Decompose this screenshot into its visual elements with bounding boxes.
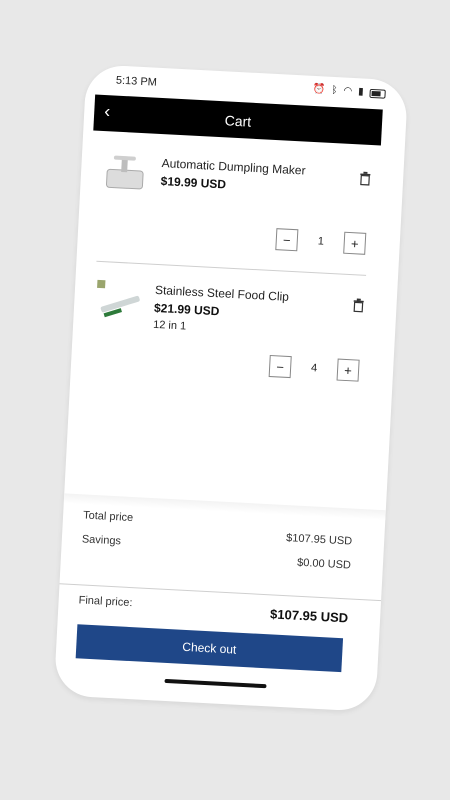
checkout-button[interactable]: Check out xyxy=(75,624,344,673)
wifi-icon: ◠ xyxy=(343,85,353,97)
status-time: 5:13 PM xyxy=(115,74,158,89)
final-label: Final price: xyxy=(78,594,133,610)
status-icons: ⏰ ᛒ ◠ ▮ xyxy=(312,83,386,99)
product-price: $19.99 USD xyxy=(160,174,227,192)
cart-item: Stainless Steel Food Clip $21.99 USD 12 … xyxy=(80,269,373,394)
product-price: $21.99 USD xyxy=(153,300,220,319)
quantity-stepper: − 1 + xyxy=(275,228,367,255)
quantity-stepper: − 4 + xyxy=(268,354,360,382)
bluetooth-icon: ᛒ xyxy=(331,84,338,97)
alarm-icon: ⏰ xyxy=(312,83,326,96)
decrement-button[interactable]: − xyxy=(275,228,299,252)
cart-item: Automatic Dumpling Maker $19.99 USD − 1 … xyxy=(87,142,380,267)
product-image-dumpling-maker xyxy=(105,155,144,190)
trash-icon[interactable] xyxy=(359,171,372,186)
battery-icon xyxy=(369,88,386,99)
increment-button[interactable]: + xyxy=(343,231,367,255)
decrement-button[interactable]: − xyxy=(268,354,292,379)
home-indicator xyxy=(164,678,267,689)
page-title: Cart xyxy=(224,112,252,130)
price-summary: Total price $107.95 USD Savings $0.00 US… xyxy=(81,509,353,571)
phone-frame: 5:13 PM ⏰ ᛒ ◠ ▮ ‹ Cart Automatic Dumplin… xyxy=(53,64,409,712)
product-variant: 12 in 1 xyxy=(152,318,187,333)
savings-value: $0.00 USD xyxy=(296,556,352,572)
quantity-value: 4 xyxy=(310,362,318,375)
trash-icon[interactable] xyxy=(352,298,365,313)
quantity-value: 1 xyxy=(317,235,325,248)
savings-label: Savings xyxy=(81,533,122,548)
product-name: Stainless Steel Food Clip xyxy=(154,282,290,304)
product-image-food-clip xyxy=(97,279,140,318)
signal-icon: ▮ xyxy=(357,86,364,98)
total-label: Total price xyxy=(82,509,134,525)
increment-button[interactable]: + xyxy=(336,358,360,382)
final-price-row: Final price: $107.95 USD xyxy=(78,592,349,630)
final-value: $107.95 USD xyxy=(269,606,349,626)
